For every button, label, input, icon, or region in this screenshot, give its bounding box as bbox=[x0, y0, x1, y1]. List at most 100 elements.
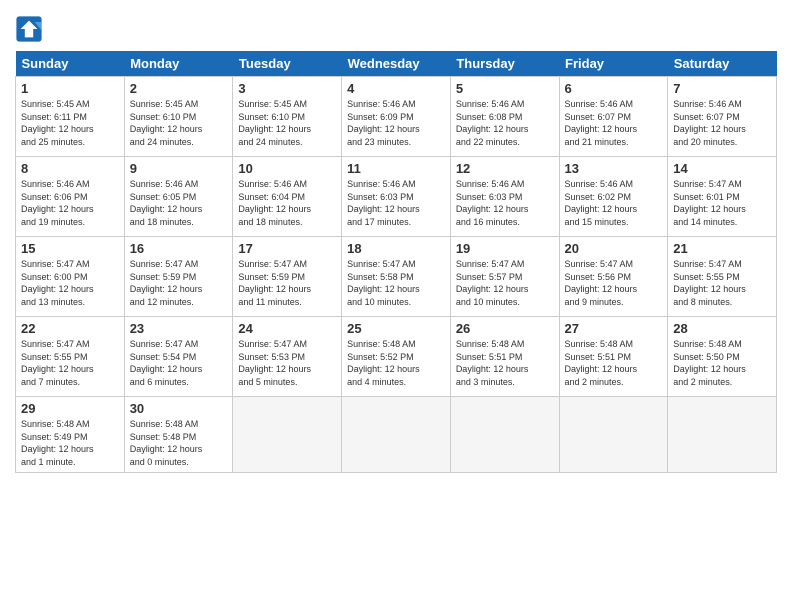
calendar-cell: 19 Sunrise: 5:47 AM Sunset: 5:57 PM Dayli… bbox=[450, 237, 559, 317]
page-container: SundayMondayTuesdayWednesdayThursdayFrid… bbox=[0, 0, 792, 483]
calendar-cell: 6 Sunrise: 5:46 AM Sunset: 6:07 PM Daylig… bbox=[559, 77, 668, 157]
calendar-cell: 5 Sunrise: 5:46 AM Sunset: 6:08 PM Daylig… bbox=[450, 77, 559, 157]
day-info: Sunrise: 5:47 AM Sunset: 5:55 PM Dayligh… bbox=[21, 338, 119, 388]
day-number: 18 bbox=[347, 241, 445, 256]
day-number: 28 bbox=[673, 321, 771, 336]
day-number: 19 bbox=[456, 241, 554, 256]
calendar-cell: 11Sunrise: 5:46 AM Sunset: 6:03 PM Dayli… bbox=[342, 157, 451, 237]
day-number: 5 bbox=[456, 81, 554, 96]
calendar-cell: 14 Sunrise: 5:47 AM Sunset: 6:01 PM Dayli… bbox=[668, 157, 777, 237]
day-number: 8 bbox=[21, 161, 119, 176]
day-number: 26 bbox=[456, 321, 554, 336]
calendar-cell: 3 Sunrise: 5:45 AM Sunset: 6:10 PM Daylig… bbox=[233, 77, 342, 157]
calendar-cell: 1Sunrise: 5:45 AM Sunset: 6:11 PM Daylig… bbox=[16, 77, 125, 157]
logo bbox=[15, 15, 47, 43]
calendar-cell: 17 Sunrise: 5:47 AM Sunset: 5:59 PM Dayli… bbox=[233, 237, 342, 317]
day-info: Sunrise: 5:47 AM Sunset: 5:53 PM Dayligh… bbox=[238, 338, 336, 388]
day-number: 22 bbox=[21, 321, 119, 336]
calendar-cell: 15 Sunrise: 5:47 AM Sunset: 6:00 PM Dayli… bbox=[16, 237, 125, 317]
day-number: 29 bbox=[21, 401, 119, 416]
day-info: Sunrise: 5:46 AM Sunset: 6:05 PM Dayligh… bbox=[130, 178, 228, 228]
day-info: Sunrise: 5:47 AM Sunset: 5:58 PM Dayligh… bbox=[347, 258, 445, 308]
day-info: Sunrise: 5:46 AM Sunset: 6:09 PM Dayligh… bbox=[347, 98, 445, 148]
calendar-cell: 26 Sunrise: 5:48 AM Sunset: 5:51 PM Dayli… bbox=[450, 317, 559, 397]
day-info: Sunrise: 5:48 AM Sunset: 5:51 PM Dayligh… bbox=[565, 338, 663, 388]
calendar-cell: 24 Sunrise: 5:47 AM Sunset: 5:53 PM Dayli… bbox=[233, 317, 342, 397]
calendar-cell: 9 Sunrise: 5:46 AM Sunset: 6:05 PM Daylig… bbox=[124, 157, 233, 237]
calendar-cell: 22 Sunrise: 5:47 AM Sunset: 5:55 PM Dayli… bbox=[16, 317, 125, 397]
calendar-cell bbox=[342, 397, 451, 473]
day-info: Sunrise: 5:47 AM Sunset: 5:54 PM Dayligh… bbox=[130, 338, 228, 388]
calendar-table: SundayMondayTuesdayWednesdayThursdayFrid… bbox=[15, 51, 777, 473]
day-info: Sunrise: 5:46 AM Sunset: 6:07 PM Dayligh… bbox=[673, 98, 771, 148]
day-info: Sunrise: 5:47 AM Sunset: 6:01 PM Dayligh… bbox=[673, 178, 771, 228]
day-info: Sunrise: 5:48 AM Sunset: 5:49 PM Dayligh… bbox=[21, 418, 119, 468]
week-row-5: 29 Sunrise: 5:48 AM Sunset: 5:49 PM Dayli… bbox=[16, 397, 777, 473]
day-info: Sunrise: 5:46 AM Sunset: 6:02 PM Dayligh… bbox=[565, 178, 663, 228]
calendar-cell: 10 Sunrise: 5:46 AM Sunset: 6:04 PM Dayli… bbox=[233, 157, 342, 237]
calendar-cell: 20 Sunrise: 5:47 AM Sunset: 5:56 PM Dayli… bbox=[559, 237, 668, 317]
calendar-cell: 4 Sunrise: 5:46 AM Sunset: 6:09 PM Daylig… bbox=[342, 77, 451, 157]
calendar-cell: 16 Sunrise: 5:47 AM Sunset: 5:59 PM Dayli… bbox=[124, 237, 233, 317]
day-info: Sunrise: 5:47 AM Sunset: 6:00 PM Dayligh… bbox=[21, 258, 119, 308]
day-number: 25 bbox=[347, 321, 445, 336]
day-number: 16 bbox=[130, 241, 228, 256]
day-number: 27 bbox=[565, 321, 663, 336]
logo-icon bbox=[15, 15, 43, 43]
weekday-header-tuesday: Tuesday bbox=[233, 51, 342, 77]
week-row-4: 22 Sunrise: 5:47 AM Sunset: 5:55 PM Dayli… bbox=[16, 317, 777, 397]
day-number: 12 bbox=[456, 161, 554, 176]
calendar-cell bbox=[233, 397, 342, 473]
day-info: Sunrise: 5:46 AM Sunset: 6:04 PM Dayligh… bbox=[238, 178, 336, 228]
day-number: 4 bbox=[347, 81, 445, 96]
day-number: 14 bbox=[673, 161, 771, 176]
calendar-cell: 25 Sunrise: 5:48 AM Sunset: 5:52 PM Dayli… bbox=[342, 317, 451, 397]
day-info: Sunrise: 5:47 AM Sunset: 5:56 PM Dayligh… bbox=[565, 258, 663, 308]
week-row-1: 1Sunrise: 5:45 AM Sunset: 6:11 PM Daylig… bbox=[16, 77, 777, 157]
day-info: Sunrise: 5:47 AM Sunset: 5:59 PM Dayligh… bbox=[238, 258, 336, 308]
calendar-cell: 21 Sunrise: 5:47 AM Sunset: 5:55 PM Dayli… bbox=[668, 237, 777, 317]
calendar-cell: 2 Sunrise: 5:45 AM Sunset: 6:10 PM Daylig… bbox=[124, 77, 233, 157]
calendar-cell: 23 Sunrise: 5:47 AM Sunset: 5:54 PM Dayli… bbox=[124, 317, 233, 397]
weekday-header-wednesday: Wednesday bbox=[342, 51, 451, 77]
day-info: Sunrise: 5:47 AM Sunset: 5:55 PM Dayligh… bbox=[673, 258, 771, 308]
day-number: 3 bbox=[238, 81, 336, 96]
day-info: Sunrise: 5:48 AM Sunset: 5:48 PM Dayligh… bbox=[130, 418, 228, 468]
week-row-3: 15 Sunrise: 5:47 AM Sunset: 6:00 PM Dayli… bbox=[16, 237, 777, 317]
day-number: 11 bbox=[347, 161, 445, 176]
day-number: 9 bbox=[130, 161, 228, 176]
calendar-cell bbox=[668, 397, 777, 473]
day-number: 6 bbox=[565, 81, 663, 96]
day-number: 21 bbox=[673, 241, 771, 256]
weekday-header-monday: Monday bbox=[124, 51, 233, 77]
day-info: Sunrise: 5:45 AM Sunset: 6:10 PM Dayligh… bbox=[130, 98, 228, 148]
day-info: Sunrise: 5:46 AM Sunset: 6:06 PM Dayligh… bbox=[21, 178, 119, 228]
day-number: 30 bbox=[130, 401, 228, 416]
day-info: Sunrise: 5:48 AM Sunset: 5:52 PM Dayligh… bbox=[347, 338, 445, 388]
calendar-cell: 18 Sunrise: 5:47 AM Sunset: 5:58 PM Dayli… bbox=[342, 237, 451, 317]
day-info: Sunrise: 5:47 AM Sunset: 5:57 PM Dayligh… bbox=[456, 258, 554, 308]
day-info: Sunrise: 5:47 AM Sunset: 5:59 PM Dayligh… bbox=[130, 258, 228, 308]
day-info: Sunrise: 5:45 AM Sunset: 6:10 PM Dayligh… bbox=[238, 98, 336, 148]
day-number: 2 bbox=[130, 81, 228, 96]
day-number: 7 bbox=[673, 81, 771, 96]
day-info: Sunrise: 5:45 AM Sunset: 6:11 PM Dayligh… bbox=[21, 98, 119, 148]
day-number: 10 bbox=[238, 161, 336, 176]
day-info: Sunrise: 5:46 AM Sunset: 6:07 PM Dayligh… bbox=[565, 98, 663, 148]
day-number: 20 bbox=[565, 241, 663, 256]
day-number: 17 bbox=[238, 241, 336, 256]
week-row-2: 8 Sunrise: 5:46 AM Sunset: 6:06 PM Daylig… bbox=[16, 157, 777, 237]
day-info: Sunrise: 5:46 AM Sunset: 6:03 PM Dayligh… bbox=[456, 178, 554, 228]
day-number: 24 bbox=[238, 321, 336, 336]
day-info: Sunrise: 5:46 AM Sunset: 6:08 PM Dayligh… bbox=[456, 98, 554, 148]
day-number: 15 bbox=[21, 241, 119, 256]
day-info: Sunrise: 5:48 AM Sunset: 5:50 PM Dayligh… bbox=[673, 338, 771, 388]
calendar-cell: 29 Sunrise: 5:48 AM Sunset: 5:49 PM Dayli… bbox=[16, 397, 125, 473]
weekday-header-saturday: Saturday bbox=[668, 51, 777, 77]
day-number: 13 bbox=[565, 161, 663, 176]
day-info: Sunrise: 5:48 AM Sunset: 5:51 PM Dayligh… bbox=[456, 338, 554, 388]
day-number: 23 bbox=[130, 321, 228, 336]
calendar-cell: 8 Sunrise: 5:46 AM Sunset: 6:06 PM Daylig… bbox=[16, 157, 125, 237]
calendar-cell: 28 Sunrise: 5:48 AM Sunset: 5:50 PM Dayli… bbox=[668, 317, 777, 397]
header bbox=[15, 10, 777, 43]
